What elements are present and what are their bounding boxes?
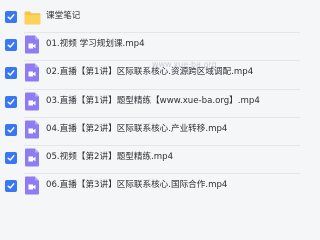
checkbox[interactable] <box>5 96 17 108</box>
checkbox[interactable] <box>5 39 17 51</box>
item-name: 05.视频【第2讲】题型精练.mp4 <box>46 152 174 162</box>
checkbox[interactable] <box>5 124 17 136</box>
item-name: 02.直播【第1讲】区际联系核心.资源跨区域调配.mp4 <box>46 67 254 77</box>
list-item[interactable]: 04.直播【第2讲】区际联系核心.产业转移.mp4 <box>0 118 300 145</box>
list-item[interactable]: 02.直播【第1讲】区际联系核心.资源跨区域调配.mp4 <box>0 61 300 88</box>
list-item[interactable]: 01.视频 学习规划课.mp4 <box>0 33 300 60</box>
checkbox[interactable] <box>5 11 17 23</box>
item-name: 04.直播【第2讲】区际联系核心.产业转移.mp4 <box>46 124 228 134</box>
item-name: 06.直播【第3讲】区际联系核心.国际合作.mp4 <box>46 180 228 190</box>
file-list: 课堂笔记 01.视频 学习规划课.mp4 02.直播【第1讲】区际联系核心.资源… <box>0 0 300 200</box>
checkbox[interactable] <box>5 67 17 79</box>
list-item[interactable]: 课堂笔记 <box>0 5 300 32</box>
list-item[interactable]: 06.直播【第3讲】区际联系核心.国际合作.mp4 <box>0 174 300 201</box>
checkbox[interactable] <box>5 180 17 192</box>
item-name: 课堂笔记 <box>46 11 81 21</box>
video-file-icon <box>24 35 40 54</box>
folder-icon <box>24 10 41 25</box>
video-file-icon <box>24 120 40 139</box>
list-item[interactable]: 05.视频【第2讲】题型精练.mp4 <box>0 146 300 173</box>
video-file-icon <box>24 92 40 111</box>
item-name: 01.视频 学习规划课.mp4 <box>46 39 145 49</box>
video-file-icon <box>24 148 40 167</box>
list-item[interactable]: 03.直播【第1讲】题型精练【www.xue-ba.org】.mp4 <box>0 90 300 117</box>
video-file-icon <box>24 63 40 82</box>
checkbox[interactable] <box>5 152 17 164</box>
video-file-icon <box>24 176 40 195</box>
item-name: 03.直播【第1讲】题型精练【www.xue-ba.org】.mp4 <box>46 96 260 106</box>
watermark: www.xue-ba.org <box>152 60 217 69</box>
